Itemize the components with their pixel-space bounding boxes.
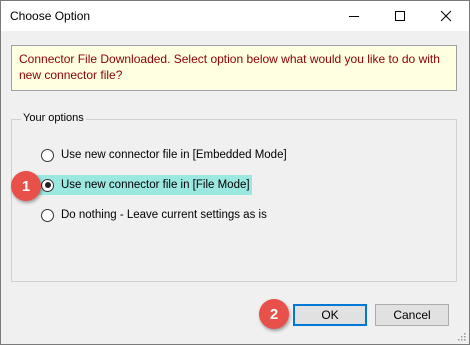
minimize-icon xyxy=(349,16,359,17)
resize-grip-icon[interactable] xyxy=(456,331,466,341)
radio-embedded-mode[interactable] xyxy=(41,148,54,162)
option-embedded-mode-label[interactable]: Use new connector file in [Embedded Mode… xyxy=(61,149,287,161)
radio-do-nothing[interactable] xyxy=(41,208,54,222)
maximize-button[interactable] xyxy=(377,1,423,31)
option-do-nothing-label[interactable]: Do nothing - Leave current settings as i… xyxy=(61,209,267,221)
option-file-mode-label[interactable]: Use new connector file in [File Mode] xyxy=(61,179,250,191)
options-groupbox xyxy=(11,119,457,282)
close-icon xyxy=(440,10,452,22)
options-group-label: Your options xyxy=(21,112,86,124)
close-button[interactable] xyxy=(423,1,469,31)
window-title: Choose Option xyxy=(10,9,91,23)
info-message: Connector File Downloaded. Select option… xyxy=(19,52,440,82)
option-embedded-mode[interactable]: Use new connector file in [Embedded Mode… xyxy=(37,145,287,165)
choose-option-dialog: Choose Option Connector File Downloaded.… xyxy=(0,0,470,345)
option-file-mode[interactable]: Use new connector file in [File Mode] xyxy=(37,175,252,195)
option-do-nothing[interactable]: Do nothing - Leave current settings as i… xyxy=(37,205,267,225)
title-bar[interactable]: Choose Option xyxy=(1,1,469,31)
step-callout-1: 1 xyxy=(11,171,41,201)
cancel-button[interactable]: Cancel xyxy=(375,304,449,326)
info-message-box: Connector File Downloaded. Select option… xyxy=(11,45,457,91)
ok-button[interactable]: OK xyxy=(293,304,367,326)
step-callout-2: 2 xyxy=(259,299,289,329)
minimize-button[interactable] xyxy=(331,1,377,31)
radio-file-mode[interactable] xyxy=(41,178,54,192)
maximize-icon xyxy=(395,11,405,21)
